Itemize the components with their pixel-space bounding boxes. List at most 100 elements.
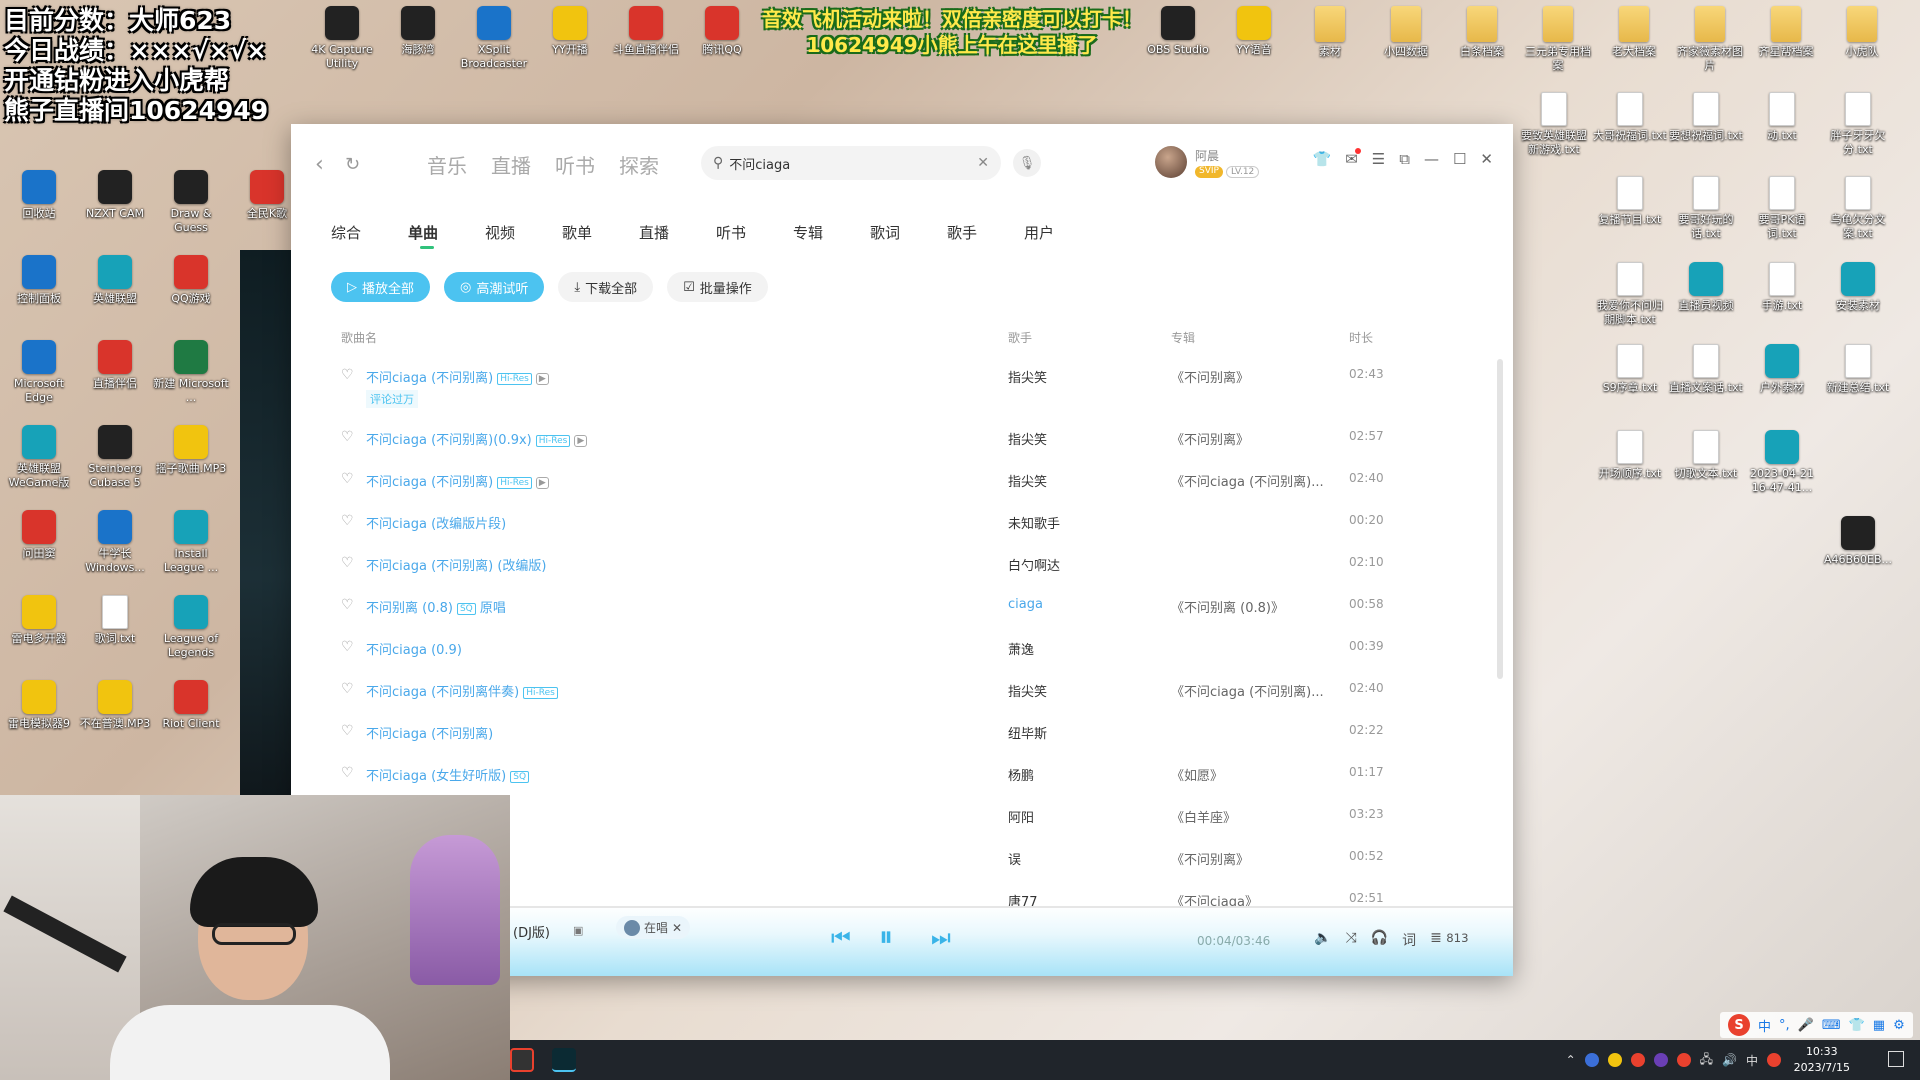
desktop-icon[interactable]: 4K Capture Utility: [304, 6, 380, 71]
ime-lang[interactable]: 中: [1746, 1052, 1758, 1069]
song-singer[interactable]: 纽毕斯: [1008, 723, 1047, 742]
desktop-icon[interactable]: 直播伴侣: [77, 340, 153, 391]
tray-app-icon-3[interactable]: [1630, 1053, 1645, 1067]
play-all-button[interactable]: ▷ 播放全部: [331, 272, 431, 302]
song-album[interactable]: 《不问ciaga (不问别离)...: [1171, 681, 1324, 700]
song-title-cell[interactable]: 不问别离 (0.8) SQ 原唱: [366, 597, 506, 616]
clear-search-icon[interactable]: ✕: [977, 155, 989, 171]
user-profile[interactable]: 阿晨 SVIP LV.12: [1155, 146, 1260, 178]
song-singer[interactable]: 指尖笑: [1008, 471, 1047, 490]
nav-explore[interactable]: 探索: [619, 150, 659, 179]
desktop-icon[interactable]: 新建 Microsoft ...: [153, 340, 229, 405]
desktop-icon[interactable]: 小四数据: [1368, 6, 1444, 59]
desktop-icon[interactable]: 素材: [1292, 6, 1368, 59]
song-title-cell[interactable]: 不问ciaga (不问别离): [366, 723, 493, 742]
tab-songs[interactable]: 单曲: [408, 222, 485, 249]
song-row[interactable]: ♡ 不问别离 (0.8) SQ 原唱 ciaga 《不问别离 (0.8)》 00:58: [291, 584, 1513, 626]
favorite-heart-icon[interactable]: ♡: [341, 597, 354, 613]
tab-singers[interactable]: 歌手: [947, 222, 1024, 243]
favorite-heart-icon[interactable]: ♡: [341, 367, 354, 383]
song-title-cell[interactable]: 不问ciaga (不问别离) Hi-Res ▶: [366, 367, 549, 386]
next-track-icon[interactable]: ⏭: [931, 926, 951, 951]
desktop-icon[interactable]: 要哥PK语词.txt: [1744, 176, 1820, 241]
desktop-icon[interactable]: YY语音: [1216, 6, 1292, 57]
desktop-icon[interactable]: 安装素材: [1820, 262, 1896, 313]
desktop-icon[interactable]: 英雄联盟WeGame版: [1, 425, 77, 490]
desktop-icon[interactable]: S9序章.txt: [1592, 344, 1668, 395]
song-album[interactable]: 《不问别离》: [1171, 429, 1249, 448]
desktop-icon[interactable]: Microsoft Edge: [1, 340, 77, 405]
desktop-icon[interactable]: 大哥祝福词.txt: [1592, 92, 1668, 143]
desktop-icon[interactable]: 牛学长Windows...: [77, 510, 153, 575]
desktop-icon[interactable]: 胖子牙牙欠分.txt: [1820, 92, 1896, 157]
desktop-icon[interactable]: 小虎队: [1824, 6, 1900, 59]
song-row[interactable]: ♡ 不问ciaga (改编版片段) 未知歌手 00:20: [291, 500, 1513, 542]
song-singer[interactable]: 未知歌手: [1008, 513, 1060, 532]
avatar[interactable]: [1155, 146, 1187, 178]
song-singer[interactable]: ciaga: [1008, 597, 1043, 612]
back-arrow-icon[interactable]: ‹: [315, 152, 324, 177]
song-title-cell[interactable]: 不问ciaga (不问别离伴奏) Hi-Res: [366, 681, 558, 700]
maximize-icon[interactable]: ☐: [1453, 150, 1466, 168]
tray-app-icon-5[interactable]: [1676, 1053, 1691, 1067]
song-title-cell[interactable]: 不问ciaga (不问别离) (改编版): [366, 555, 547, 574]
mini-mode-icon[interactable]: ⧉: [1399, 150, 1410, 168]
mic-icon[interactable]: 🎤: [1798, 1018, 1814, 1033]
mv-icon[interactable]: ▣: [573, 924, 583, 937]
desktop-icon[interactable]: Riot Client: [153, 680, 229, 731]
taskbar-league-icon[interactable]: [552, 1048, 576, 1072]
sogou-tray-icon[interactable]: [1767, 1053, 1781, 1067]
settings-icon[interactable]: ⚙: [1893, 1018, 1905, 1033]
tab-users[interactable]: 用户: [1024, 222, 1101, 243]
tray-app-icon-2[interactable]: [1607, 1053, 1622, 1067]
original-tag[interactable]: 原唱: [480, 601, 506, 616]
song-row[interactable]: ♡ 不问ciaga (0.9) 萧逸 00:39: [291, 626, 1513, 668]
song-album[interactable]: 《不问别离》: [1171, 367, 1249, 386]
song-singer[interactable]: 白勺啊达: [1008, 555, 1060, 574]
desktop-icon[interactable]: NZXT CAM: [77, 170, 153, 221]
favorite-heart-icon[interactable]: ♡: [341, 555, 354, 571]
favorite-heart-icon[interactable]: ♡: [341, 681, 354, 697]
tab-live[interactable]: 直播: [639, 222, 716, 243]
highlight-preview-button[interactable]: ◎ 高潮试听: [444, 272, 545, 302]
desktop-icon[interactable]: 雷电模拟器9: [1, 680, 77, 731]
desktop-icon[interactable]: 斗鱼直播伴侣: [608, 6, 684, 57]
desktop-icon[interactable]: 要致英雄联盟新游戏.txt: [1516, 92, 1592, 157]
tab-playlists[interactable]: 歌单: [562, 222, 639, 243]
desktop-icon[interactable]: Install League ...: [153, 510, 229, 575]
punctuation-icon[interactable]: °,: [1779, 1018, 1790, 1033]
tab-audiobooks[interactable]: 听书: [716, 222, 793, 243]
song-row[interactable]: ♡ 不问ciaga (不问别离) 纽毕斯 02:22: [291, 710, 1513, 752]
song-row[interactable]: ♡ 不问ciaga (不问别离) (改编版) 白勺啊达 02:10: [291, 542, 1513, 584]
desktop-icon[interactable]: 回收站: [1, 170, 77, 221]
scrollbar[interactable]: [1497, 359, 1503, 679]
sound-effect-icon[interactable]: 🎧: [1371, 930, 1388, 950]
desktop-icon[interactable]: 乌龟欠分文案.txt: [1820, 176, 1896, 241]
desktop-icon[interactable]: League of Legends: [153, 595, 229, 660]
desktop-icon[interactable]: QQ游戏: [153, 255, 229, 306]
desktop-icon[interactable]: 齐星帮档案: [1748, 6, 1824, 59]
lyrics-icon[interactable]: 词: [1402, 930, 1416, 950]
network-icon[interactable]: 🖧: [1700, 1050, 1713, 1071]
song-title[interactable]: 不问ciaga (不问别离): [366, 727, 493, 742]
song-title-cell[interactable]: 不问ciaga (女生好听版) SQ: [366, 765, 530, 784]
desktop-icon[interactable]: 齐家薇素材图片: [1672, 6, 1748, 73]
desktop-icon[interactable]: 2023-04-21 16-47-41...: [1744, 430, 1820, 495]
song-album[interactable]: 《不问别离》: [1171, 849, 1249, 868]
keyboard-icon[interactable]: ⌨: [1822, 1018, 1841, 1033]
tray-app-icon-4[interactable]: [1653, 1053, 1668, 1067]
tab-lyrics[interactable]: 歌词: [870, 222, 947, 243]
skin-icon-ime[interactable]: 👕: [1849, 1018, 1865, 1033]
song-title[interactable]: 不问ciaga (不问别离伴奏): [366, 685, 519, 700]
desktop-icon[interactable]: 开场顺序.txt: [1592, 430, 1668, 481]
song-title[interactable]: 不问ciaga (改编版片段): [366, 517, 506, 532]
close-chip-icon[interactable]: ✕: [672, 921, 682, 935]
desktop-icon[interactable]: 歌词.txt: [77, 595, 153, 646]
song-album[interactable]: 《如愿》: [1171, 765, 1223, 784]
song-title-cell[interactable]: 不问ciaga (不问别离)(0.9x) Hi-Res ▶: [366, 429, 588, 448]
clock[interactable]: 10:33 2023/7/15: [1794, 1044, 1850, 1076]
desktop-icon[interactable]: Draw & Guess: [153, 170, 229, 235]
song-singer[interactable]: 指尖笑: [1008, 681, 1047, 700]
nav-audiobook[interactable]: 听书: [555, 150, 595, 179]
song-album[interactable]: 《不问ciaga (不问别离)...: [1171, 471, 1324, 490]
